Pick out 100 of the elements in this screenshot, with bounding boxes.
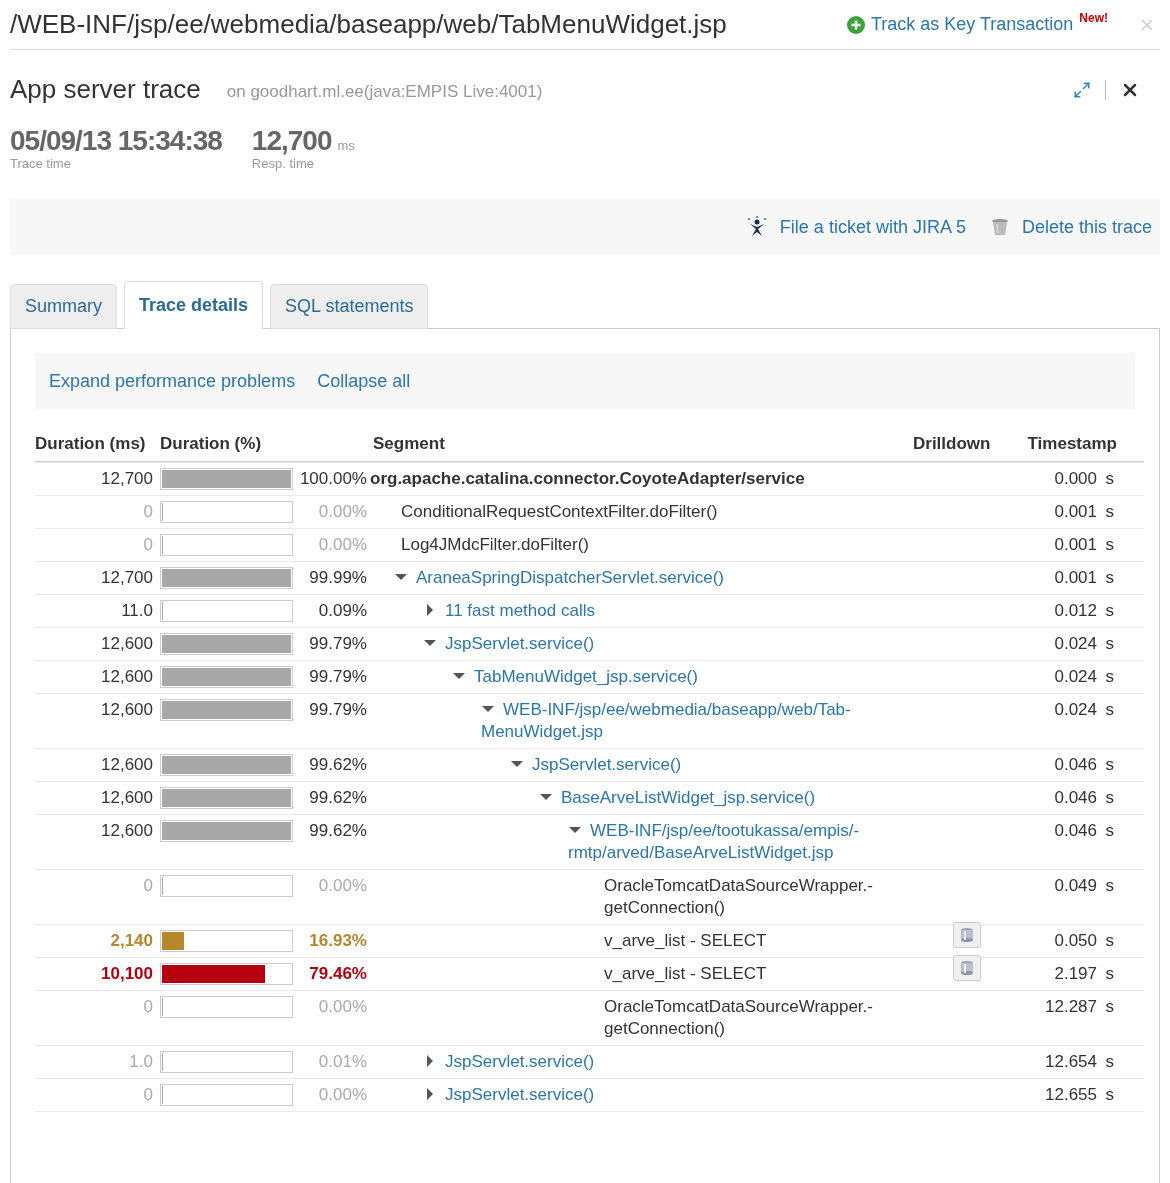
database-icon [960,926,974,943]
trace-host: on goodhart.ml.ee(java:EMPIS Live:4001) [226,80,544,103]
track-key-transaction-link[interactable]: Track as Key Transaction [846,11,1074,38]
duration-percent: 100.00% [298,467,367,490]
duration-percent: 99.79% [308,665,367,688]
timestamp-value: 0.050 [1053,929,1097,952]
timestamp-value: 0.001 [1053,566,1097,589]
duration-value: 0 [142,874,153,897]
duration-value: 0 [142,995,153,1018]
segment-name: v_arve_list - SELECT [604,962,767,985]
tab[interactable]: Summary [10,284,117,329]
duration-value: 0 [142,533,153,556]
segment-name[interactable]: JspServlet.service() [423,632,595,655]
duration-percent: 99.62% [308,753,367,776]
tab[interactable]: SQL statements [270,284,429,329]
duration-value: 11.0 [120,599,153,622]
duration-value: 10,100 [100,962,153,985]
duration-value: 12,600 [100,665,153,688]
duration-percent: 99.62% [308,819,367,842]
segment-name[interactable]: 11 fast method calls [423,599,595,622]
timestamp-value: 0.012 [1053,599,1097,622]
duration-percent: 79.46% [308,962,367,985]
timestamp-unit: s [1104,665,1114,688]
duration-percent: 0.00% [317,1083,367,1106]
duration-percent: 99.62% [308,786,367,809]
segment-name[interactable]: TabMenuWidget_jsp.service() [452,665,698,688]
timestamp-unit: s [1104,632,1114,655]
timestamp-value: 0.024 [1053,698,1097,721]
timestamp-value: 0.000 [1053,467,1097,490]
duration-percent: 99.79% [308,698,367,721]
duration-percent: 99.79% [308,632,367,655]
tab[interactable]: Trace details [124,281,264,329]
timestamp-unit: s [1104,753,1114,776]
timestamp-unit: s [1104,698,1114,721]
duration-value: 12,600 [100,786,153,809]
timestamp-value: 12.287 [1044,995,1097,1018]
column-header: Duration (ms) [35,433,147,455]
segment-name: OracleTomcatDataSourceWrapper.-getConnection() [604,995,874,1040]
timestamp-value: 0.046 [1053,753,1097,776]
delete-trace-link[interactable]: Delete this trace [989,213,1152,241]
timestamp-unit: s [1104,874,1114,897]
duration-percent: 0.00% [317,500,367,523]
trace-title: App server trace [10,73,201,106]
duration-value: 12,600 [100,819,153,842]
column-header: Duration (%) [159,433,263,455]
duration-percent: 99.99% [308,566,367,589]
duration-value: 1.0 [128,1050,153,1073]
timestamp-value: 0.046 [1053,786,1097,809]
timestamp-value: 0.001 [1053,500,1097,523]
segment-name[interactable]: WEB-INF/jsp/ee/tootukassa/empis/-rmtp/arved/BaseArveListWidget.jsp [568,819,902,864]
plus-circle-icon [846,15,865,34]
timestamp-value: 0.049 [1053,874,1097,897]
database-drilldown-button[interactable] [953,921,981,948]
timestamp-unit: s [1104,1050,1114,1073]
segment-name: ConditionalRequestContextFilter.doFilter() [401,500,718,523]
file-ticket-link[interactable]: File a ticket with JIRA 5 [745,213,966,241]
timestamp-unit: s [1104,929,1114,952]
segment-name[interactable]: AraneaSpringDispatcherServlet.service() [394,566,725,589]
stat-label: Resp. time [251,157,315,171]
timestamp-unit: s [1104,962,1114,985]
segment-name[interactable]: JspServlet.service() [510,753,682,776]
timestamp-unit: s [1104,819,1114,842]
duration-value: 12,600 [100,698,153,721]
timestamp-value: 0.024 [1053,632,1097,655]
expand-icon[interactable] [1073,80,1091,99]
trash-icon [989,217,1010,237]
duration-value: 0 [142,1083,153,1106]
duration-value: 2,140 [109,929,153,952]
segment-name: Log4JMdcFilter.doFilter() [401,533,589,556]
segment-name[interactable]: BaseArveListWidget_jsp.service() [539,786,816,809]
stat-label: Trace time [10,157,72,171]
duration-percent: 0.00% [317,995,367,1018]
duration-value: 12,600 [100,632,153,655]
timestamp-value: 12.654 [1044,1050,1097,1073]
duration-percent: 0.09% [317,599,367,622]
segment-name: OracleTomcatDataSourceWrapper.-getConnection() [604,874,874,919]
duration-percent: 0.00% [317,874,367,897]
segment-name[interactable]: JspServlet.service() [423,1083,595,1106]
column-header: Drilldown [913,433,992,455]
segment-name[interactable]: JspServlet.service() [423,1050,595,1073]
tree-action-link[interactable]: Expand performance problems [49,367,296,395]
segment-name[interactable]: WEB-INF/jsp/ee/webmedia/baseapp/web/Tab-MenuWidget.jsp [481,698,902,743]
database-drilldown-button[interactable] [953,954,981,981]
timestamp-unit: s [1104,995,1114,1018]
timestamp-unit: s [1104,467,1114,490]
duration-percent: 0.00% [317,533,367,556]
timestamp-unit: s [1104,599,1114,622]
timestamp-unit: s [1104,566,1114,589]
duration-value: 12,700 [100,566,153,589]
stat-unit: ms [337,137,355,155]
timestamp-value: 0.046 [1053,819,1097,842]
duration-value: 12,700 [100,467,153,490]
timestamp-value: 0.001 [1053,533,1097,556]
timestamp-unit: s [1104,786,1114,809]
timestamp-unit: s [1104,1083,1114,1106]
timestamp-unit: s [1104,500,1114,523]
duration-percent: 16.93% [308,929,367,952]
column-header: Timestamp [1026,433,1117,455]
new-label: New! [1079,10,1108,27]
tree-action-link[interactable]: Collapse all [317,367,411,395]
